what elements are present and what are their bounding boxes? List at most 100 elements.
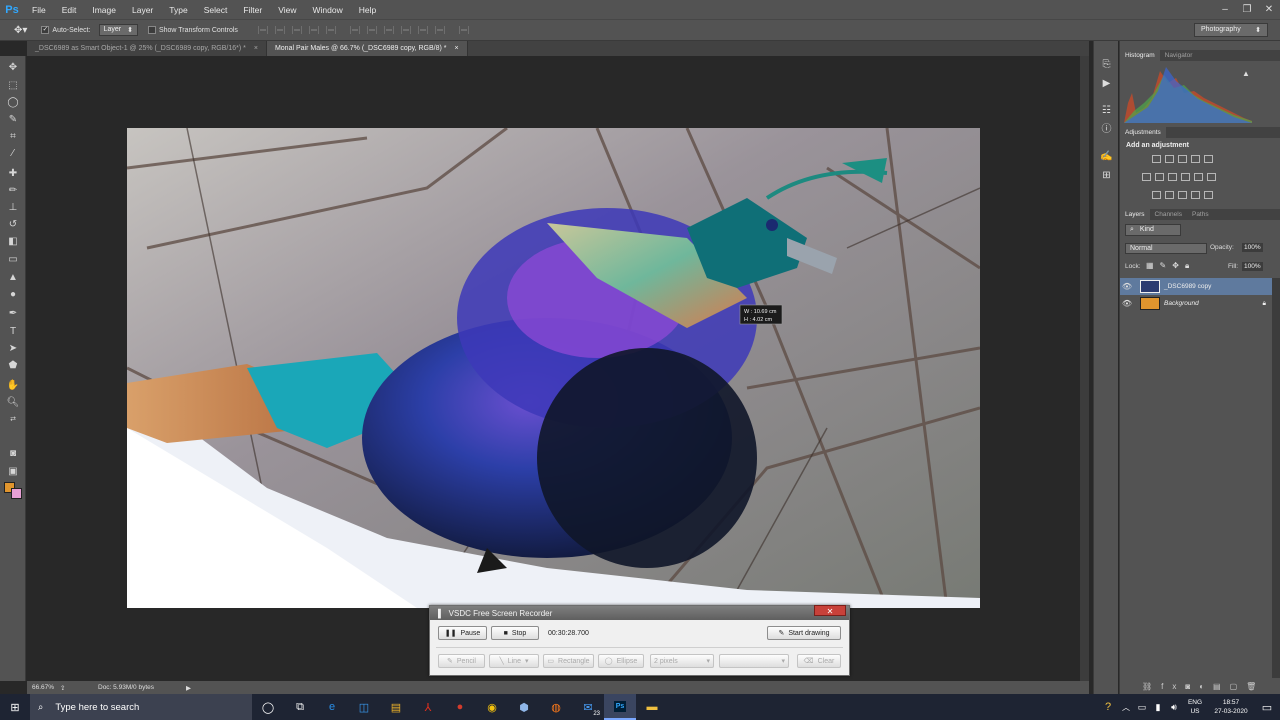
eye-icon[interactable]: 👁︎	[1120, 299, 1134, 308]
tab-monal-pair-males[interactable]: Monal Pair Males @ 66.7% (_DSC6989 copy,…	[266, 41, 468, 56]
windows-start-icon[interactable]: ⊞	[0, 694, 30, 720]
close-button[interactable]: ✕	[1258, 0, 1280, 19]
recorder-close-button[interactable]: ✕	[814, 605, 846, 616]
auto-align-icon[interactable]	[458, 26, 469, 34]
crop-tool-icon[interactable]: ⌗	[6, 131, 20, 143]
path-select-tool-icon[interactable]: ➤	[6, 343, 20, 355]
menu-filter[interactable]: Filter	[235, 5, 270, 15]
healing-tool-icon[interactable]: ✚	[6, 168, 20, 180]
menu-layer[interactable]: Layer	[124, 5, 161, 15]
align-bottom-icon[interactable]	[291, 26, 302, 34]
threshold-icon[interactable]	[1178, 191, 1187, 199]
layer-filter-kind-dropdown[interactable]: ⌕ Kind	[1125, 224, 1181, 236]
brush-panel-icon[interactable]: ✍	[1100, 151, 1113, 163]
background-color-swatch[interactable]	[11, 488, 22, 499]
clone-source-panel-icon[interactable]: ⊞	[1100, 170, 1113, 182]
eraser-tool-icon[interactable]: ◧	[6, 236, 20, 248]
menu-edit[interactable]: Edit	[54, 5, 85, 15]
channel-mixer-icon[interactable]	[1194, 173, 1203, 181]
app-shield-icon[interactable]: ⬢	[508, 694, 540, 720]
layer-name[interactable]: Background	[1164, 300, 1263, 307]
menu-view[interactable]: View	[270, 5, 304, 15]
curves-icon[interactable]	[1178, 155, 1187, 163]
type-tool-icon[interactable]: T	[6, 326, 20, 338]
status-menu-arrow-icon[interactable]: ▶	[186, 684, 191, 692]
info-panel-icon[interactable]: ⓘ	[1100, 124, 1113, 136]
color-lookup-icon[interactable]	[1207, 173, 1216, 181]
blur-tool-icon[interactable]: ▲	[6, 272, 20, 284]
distribute-vcenter-icon[interactable]	[366, 26, 377, 34]
blend-mode-dropdown[interactable]: Normal	[1125, 243, 1207, 254]
zoom-level[interactable]: 66.67%	[32, 684, 60, 691]
edge-browser-icon[interactable]: e	[316, 694, 348, 720]
layer-name[interactable]: _DSC6989 copy	[1164, 283, 1211, 290]
history-brush-tool-icon[interactable]: ↺	[6, 219, 20, 231]
rectangle-button[interactable]: ▭ Rectangle	[543, 654, 594, 668]
start-drawing-button[interactable]: ✎ Start drawing	[767, 626, 841, 640]
history-panel-icon[interactable]: ⎘	[1100, 59, 1113, 71]
layer-row-background[interactable]: 👁︎ Background 🔒︎	[1120, 295, 1272, 312]
vibrance-icon[interactable]	[1204, 155, 1213, 163]
stop-button[interactable]: ■ Stop	[491, 626, 539, 640]
workspace-switcher[interactable]: Photography ⬍	[1194, 23, 1268, 37]
eyedropper-tool-icon[interactable]: ⁄	[6, 148, 20, 160]
clock[interactable]: 18:57 27-03-2020	[1208, 698, 1254, 716]
layers-scrollbar[interactable]	[1272, 278, 1280, 678]
close-icon[interactable]: ×	[254, 45, 258, 52]
export-icon[interactable]: ⇪	[60, 684, 98, 692]
tab-paths[interactable]: Paths	[1187, 209, 1214, 220]
menu-type[interactable]: Type	[161, 5, 195, 15]
histogram-warning-icon[interactable]: ▲	[1242, 69, 1250, 78]
pen-tool-icon[interactable]: ✒	[6, 308, 20, 320]
posterize-icon[interactable]	[1165, 191, 1174, 199]
levels-icon[interactable]	[1165, 155, 1174, 163]
brush-size-dropdown[interactable]: 2 pixels ▾	[650, 654, 714, 668]
opacity-field[interactable]: 100%	[1242, 243, 1263, 252]
selective-color-icon[interactable]	[1191, 191, 1200, 199]
layers-footer-icons[interactable]: ⛓fx◙◐▤▢🗑︎	[1142, 682, 1265, 691]
swap-colors-icon[interactable]: ⇄	[6, 414, 20, 426]
ellipse-button[interactable]: ◯ Ellipse	[598, 654, 644, 668]
recorder-app-icon[interactable]: ●	[444, 694, 476, 720]
show-transform-checkbox[interactable]: Show Transform Controls	[147, 26, 238, 34]
tab-channels[interactable]: Channels	[1150, 209, 1187, 220]
zoom-tool-icon[interactable]: 🔍︎	[6, 397, 20, 409]
shape-tool-icon[interactable]: ⬟	[6, 360, 20, 372]
align-left-icon[interactable]	[308, 26, 319, 34]
document-canvas[interactable]: W : 10.69 cm H : 4.02 cm	[127, 128, 980, 608]
taskbar-search-box[interactable]: ⌕ Type here to search	[30, 694, 252, 720]
quick-select-tool-icon[interactable]: ✎	[6, 114, 20, 126]
distribute-top-icon[interactable]	[349, 26, 360, 34]
auto-select-target-dropdown[interactable]: Layer ⬍	[98, 24, 138, 36]
auto-select-checkbox[interactable]: ✓ Auto-Select:	[41, 26, 91, 34]
menu-image[interactable]: Image	[84, 5, 124, 15]
properties-panel-icon[interactable]: ☷	[1100, 105, 1113, 117]
clear-button[interactable]: ⌫ Clear	[797, 654, 841, 668]
line-button[interactable]: ╲ Line ▾	[489, 654, 539, 668]
fill-field[interactable]: 100%	[1242, 262, 1263, 271]
distribute-right-icon[interactable]	[434, 26, 445, 34]
marquee-tool-icon[interactable]: ⬚	[6, 80, 20, 92]
help-icon[interactable]: ?	[1098, 694, 1118, 720]
color-balance-icon[interactable]	[1155, 173, 1164, 181]
close-icon[interactable]: ×	[455, 45, 459, 52]
lock-icons[interactable]: ▦✎✥🔒︎	[1146, 261, 1195, 271]
move-tool-preset-icon[interactable]: ✥▾	[14, 25, 27, 36]
tab-smart-object[interactable]: _DSC6989 as Smart Object-1 @ 25% (_DSC69…	[27, 41, 267, 56]
show-hidden-icons-icon[interactable]: ︿	[1118, 694, 1134, 720]
align-hcenter-icon[interactable]	[325, 26, 336, 34]
firefox-icon[interactable]: ◍	[540, 694, 572, 720]
store-icon[interactable]: ◫	[348, 694, 380, 720]
chrome-icon[interactable]: ◉	[476, 694, 508, 720]
gradient-map-icon[interactable]	[1204, 191, 1213, 199]
distribute-hcenter-icon[interactable]	[417, 26, 428, 34]
brush-tool-icon[interactable]: ✏	[6, 185, 20, 197]
move-tool-icon[interactable]: ✥	[6, 62, 20, 74]
maximize-button[interactable]: ❐	[1236, 0, 1258, 19]
gradient-tool-icon[interactable]: ▭	[6, 254, 20, 266]
volume-icon[interactable]: 🔊︎	[1166, 694, 1182, 720]
file-explorer-icon[interactable]: ▤	[380, 694, 412, 720]
notifications-icon[interactable]: ▭	[1254, 694, 1280, 720]
actions-play-icon[interactable]: ▶	[1100, 78, 1113, 90]
photo-filter-icon[interactable]	[1181, 173, 1190, 181]
